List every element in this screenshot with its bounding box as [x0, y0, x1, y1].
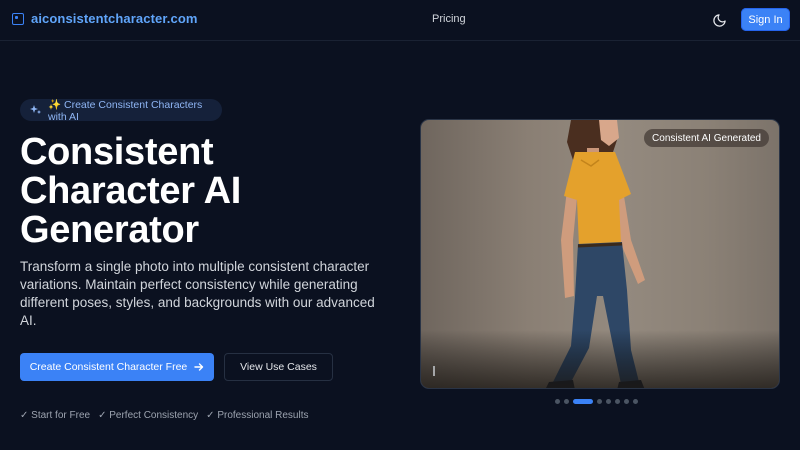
carousel-dots — [555, 399, 638, 404]
showcase-image: Consistent AI Generated — [420, 119, 780, 389]
carousel-dot[interactable] — [564, 399, 569, 404]
carousel-dot[interactable] — [624, 399, 629, 404]
carousel-dot[interactable] — [573, 399, 593, 404]
hero-badge: ✨ Create Consistent Characters with AI — [20, 98, 222, 123]
create-character-button[interactable]: Create Consistent Character Free — [20, 353, 214, 381]
arrow-right-icon — [194, 363, 204, 371]
feature-item: ✓ Professional Results — [206, 410, 309, 421]
moon-icon — [712, 13, 726, 27]
nav-pricing-link[interactable]: Pricing — [432, 13, 466, 25]
carousel-dot[interactable] — [633, 399, 638, 404]
top-nav: aiconsistentcharacter.com Pricing Sign I… — [0, 0, 800, 41]
hero-title-line: Consistent — [20, 131, 214, 173]
hero-description: Transform a single photo into multiple c… — [20, 259, 375, 328]
sign-in-button[interactable]: Sign In — [741, 8, 790, 31]
hero-title: Consistent Character AI Generator — [20, 133, 380, 250]
feature-item: ✓ Perfect Consistency — [98, 410, 199, 421]
view-use-cases-button[interactable]: View Use Cases — [224, 353, 333, 381]
carousel-dot[interactable] — [597, 399, 602, 404]
create-character-label: Create Consistent Character Free — [29, 361, 188, 373]
feature-item: ✓ Start for Free — [20, 410, 91, 421]
carousel-dot[interactable] — [606, 399, 611, 404]
hero-badge-text: ✨ Create Consistent Characters with AI — [48, 98, 203, 123]
hero-title-line: Generator — [20, 209, 199, 251]
ai-generated-label: Consistent AI Generated — [644, 129, 769, 147]
brand-name: aiconsistentcharacter.com — [31, 11, 198, 26]
carousel-dot[interactable] — [555, 399, 560, 404]
theme-toggle-button[interactable] — [709, 10, 729, 30]
brand-logo-link[interactable]: aiconsistentcharacter.com — [12, 11, 198, 26]
feature-list: ✓ Start for Free ✓ Perfect Consistency ✓… — [20, 410, 308, 421]
character-illustration — [421, 120, 779, 388]
logo-icon — [12, 12, 24, 25]
sparkles-icon — [30, 104, 42, 116]
hero-title-line: Character AI — [20, 170, 241, 212]
carousel-dot[interactable] — [615, 399, 620, 404]
